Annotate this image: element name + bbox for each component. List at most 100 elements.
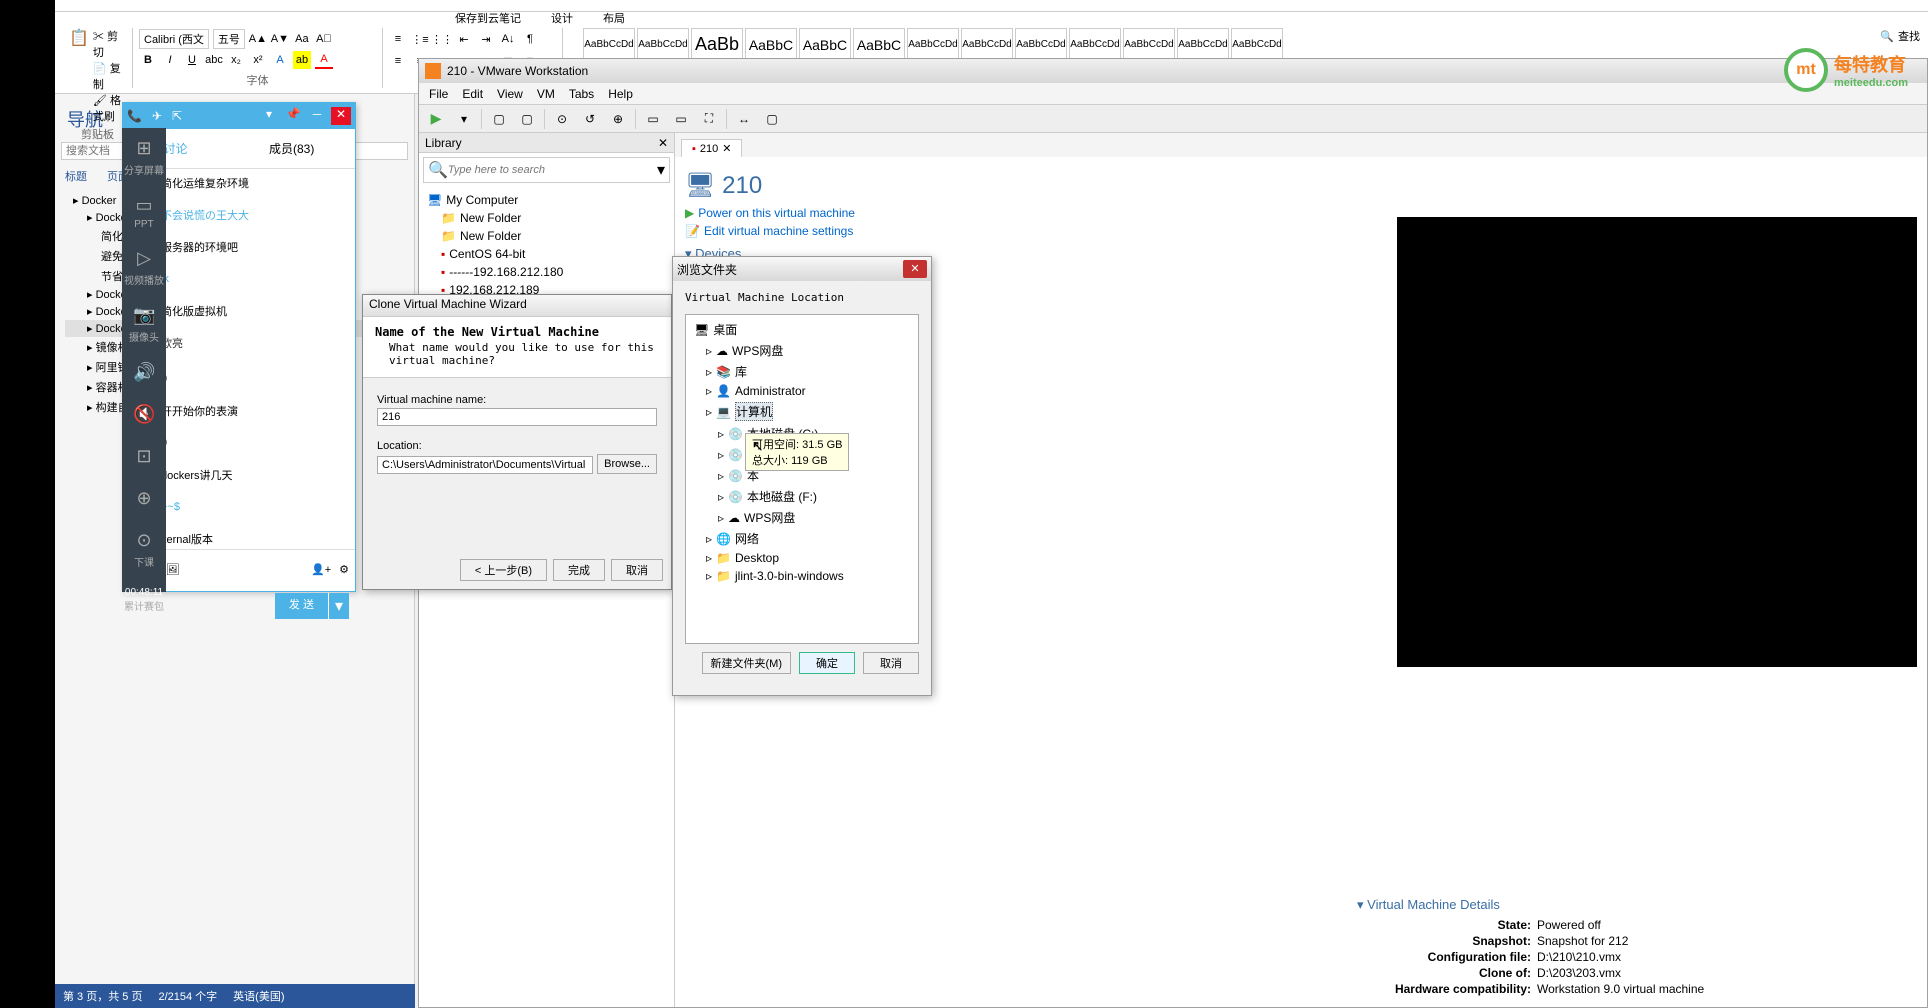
italic[interactable]: I [161,51,179,69]
cancel-button[interactable]: 取消 [611,559,663,581]
sidebar-item[interactable]: 🔇 [122,404,166,428]
phone-icon[interactable]: 📞 [127,109,142,123]
sidebar-item[interactable]: ▭PPT [122,195,166,230]
pin-icon[interactable]: 📌 [283,107,303,125]
library-search[interactable] [448,164,657,176]
underline[interactable]: U [183,51,201,69]
folder-tree-item[interactable]: ▹ 👤 Administrator [690,382,914,400]
sidebar-item[interactable]: ⊞分享屏幕 [122,138,166,177]
play-icon[interactable]: ▶ [425,108,447,130]
send-button[interactable]: 发 送 [275,593,328,619]
tb-btn[interactable]: ▢ [488,108,510,130]
paste-button[interactable]: 📋 [69,28,89,68]
sidebar-item[interactable]: ▷视频播放 [122,248,166,287]
font-color[interactable]: A [315,51,333,69]
folder-tree-item[interactable]: ▹ 📁 Desktop [690,549,914,567]
font-name[interactable]: Calibri (西文 [139,29,209,49]
ok-button[interactable]: 确定 [799,652,855,674]
copy-button[interactable]: 📄 复制 [93,60,126,92]
browse-button[interactable]: Browse... [597,454,657,474]
sidebar-item[interactable]: ⊡ [122,446,166,470]
send-dropdown[interactable]: ▾ [328,593,349,619]
sidebar-item[interactable]: 📷摄像头 [122,305,166,344]
snapshot-icon[interactable]: ⊙ [551,108,573,130]
folder-tree[interactable]: 可用空间: 31.5 GB 总大小: 119 GB 🖥 桌面▹ ☁ WPS网盘▹… [685,314,919,644]
menu-item[interactable]: Tabs [569,87,594,101]
tree-item[interactable]: ▪ ------192.168.212.180 [423,263,670,281]
revert-icon[interactable]: ↺ [579,108,601,130]
menu-item[interactable]: File [429,87,448,101]
finish-button[interactable]: 完成 [553,559,605,581]
change-case[interactable]: Aa [293,30,311,48]
superscript[interactable]: x² [249,51,267,69]
sidebar-item[interactable]: ⊙下课 [122,530,166,569]
folder-tree-item[interactable]: ▹ 🌐 网络 [690,528,914,549]
bold[interactable]: B [139,51,157,69]
folder-tree-item[interactable]: ▹ ☁ WPS网盘 [690,340,914,361]
tree-item[interactable]: 🖥 My Computer [423,191,670,209]
close-icon[interactable]: ✕ [903,260,927,278]
font-size[interactable]: 五号 [213,29,245,49]
close-icon[interactable]: ✕ [722,142,731,155]
text-effect[interactable]: A [271,51,289,69]
folder-tree-item[interactable]: ▹ ☁ WPS网盘 [690,507,914,528]
bullets[interactable]: ≡ [389,30,407,48]
align-left[interactable]: ≡ [389,52,407,70]
back-button[interactable]: < 上一步(B) [460,559,547,581]
sort[interactable]: A↓ [499,30,517,48]
folder-tree-item[interactable]: ▹ 💻 计算机 [690,400,914,423]
view-icon[interactable]: ▭ [670,108,692,130]
indent-dec[interactable]: ⇤ [455,30,473,48]
minimize-icon[interactable]: ─ [307,107,327,125]
tree-item[interactable]: 📁 New Folder [423,209,670,227]
plane-icon[interactable]: ✈ [152,109,162,123]
vm-tab[interactable]: ▪ 210 ✕ [681,139,742,157]
dropdown-icon[interactable]: ▾ [259,107,279,125]
view-icon[interactable]: ▭ [642,108,664,130]
nav-tab-headings[interactable]: 标题 [65,168,87,184]
add-user-icon[interactable]: 👤+ [311,563,331,576]
status-lang[interactable]: 英语(美国) [233,988,284,1004]
dropdown-icon[interactable]: ▾ [453,108,475,130]
multilevel[interactable]: ⋮⋮ [433,30,451,48]
grow-font[interactable]: A▲ [249,30,267,48]
clear-format[interactable]: A⃠ [315,30,333,48]
highlight[interactable]: ab [293,51,311,69]
find-button[interactable]: 🔍 查找 [1880,28,1920,44]
vm-name-input[interactable] [377,408,657,426]
menu-item[interactable]: Edit [462,87,483,101]
tree-item[interactable]: 📁 New Folder [423,227,670,245]
sidebar-item[interactable]: 🔊 [122,362,166,386]
menu-item[interactable]: Help [608,87,633,101]
manage-icon[interactable]: ⊕ [607,108,629,130]
chat-tab-members[interactable]: 成员(83) [269,140,314,157]
tb-btn[interactable]: ▢ [516,108,538,130]
folder-tree-item[interactable]: ▹ 📚 库 [690,361,914,382]
unity-icon[interactable]: ↔ [733,108,755,130]
indent-inc[interactable]: ⇥ [477,30,495,48]
cancel-button[interactable]: 取消 [863,652,919,674]
dropdown-icon[interactable]: ▾ [657,160,665,180]
close-icon[interactable]: ✕ [658,136,668,150]
menu-item[interactable]: View [497,87,523,101]
subscript[interactable]: x₂ [227,51,245,69]
fullscreen-icon[interactable]: ⛶ [698,108,720,130]
location-input[interactable] [377,456,593,474]
sidebar-item[interactable]: ⊕ [122,488,166,512]
new-folder-button[interactable]: 新建文件夹(M) [702,652,792,674]
numbering[interactable]: ⋮≡ [411,30,429,48]
gear-icon[interactable]: ⚙ [339,563,349,576]
menu-item[interactable]: VM [537,87,555,101]
shrink-font[interactable]: A▼ [271,30,289,48]
folder-tree-item[interactable]: ▹ 💿 本地磁盘 (F:) [690,486,914,507]
cut-button[interactable]: ✂ 剪切 [93,28,126,60]
image-icon[interactable]: 🖼 [165,563,179,576]
tree-item[interactable]: ▪ CentOS 64-bit [423,245,670,263]
tb-btn[interactable]: ▢ [761,108,783,130]
close-icon[interactable]: ✕ [331,107,351,125]
folder-tree-item[interactable]: ▹ 📁 jlint-3.0-bin-windows [690,567,914,585]
show-marks[interactable]: ¶ [521,30,539,48]
folder-tree-item[interactable]: 🖥 桌面 [690,319,914,340]
share-icon[interactable]: ⇱ [172,109,182,123]
strike[interactable]: abc [205,51,223,69]
